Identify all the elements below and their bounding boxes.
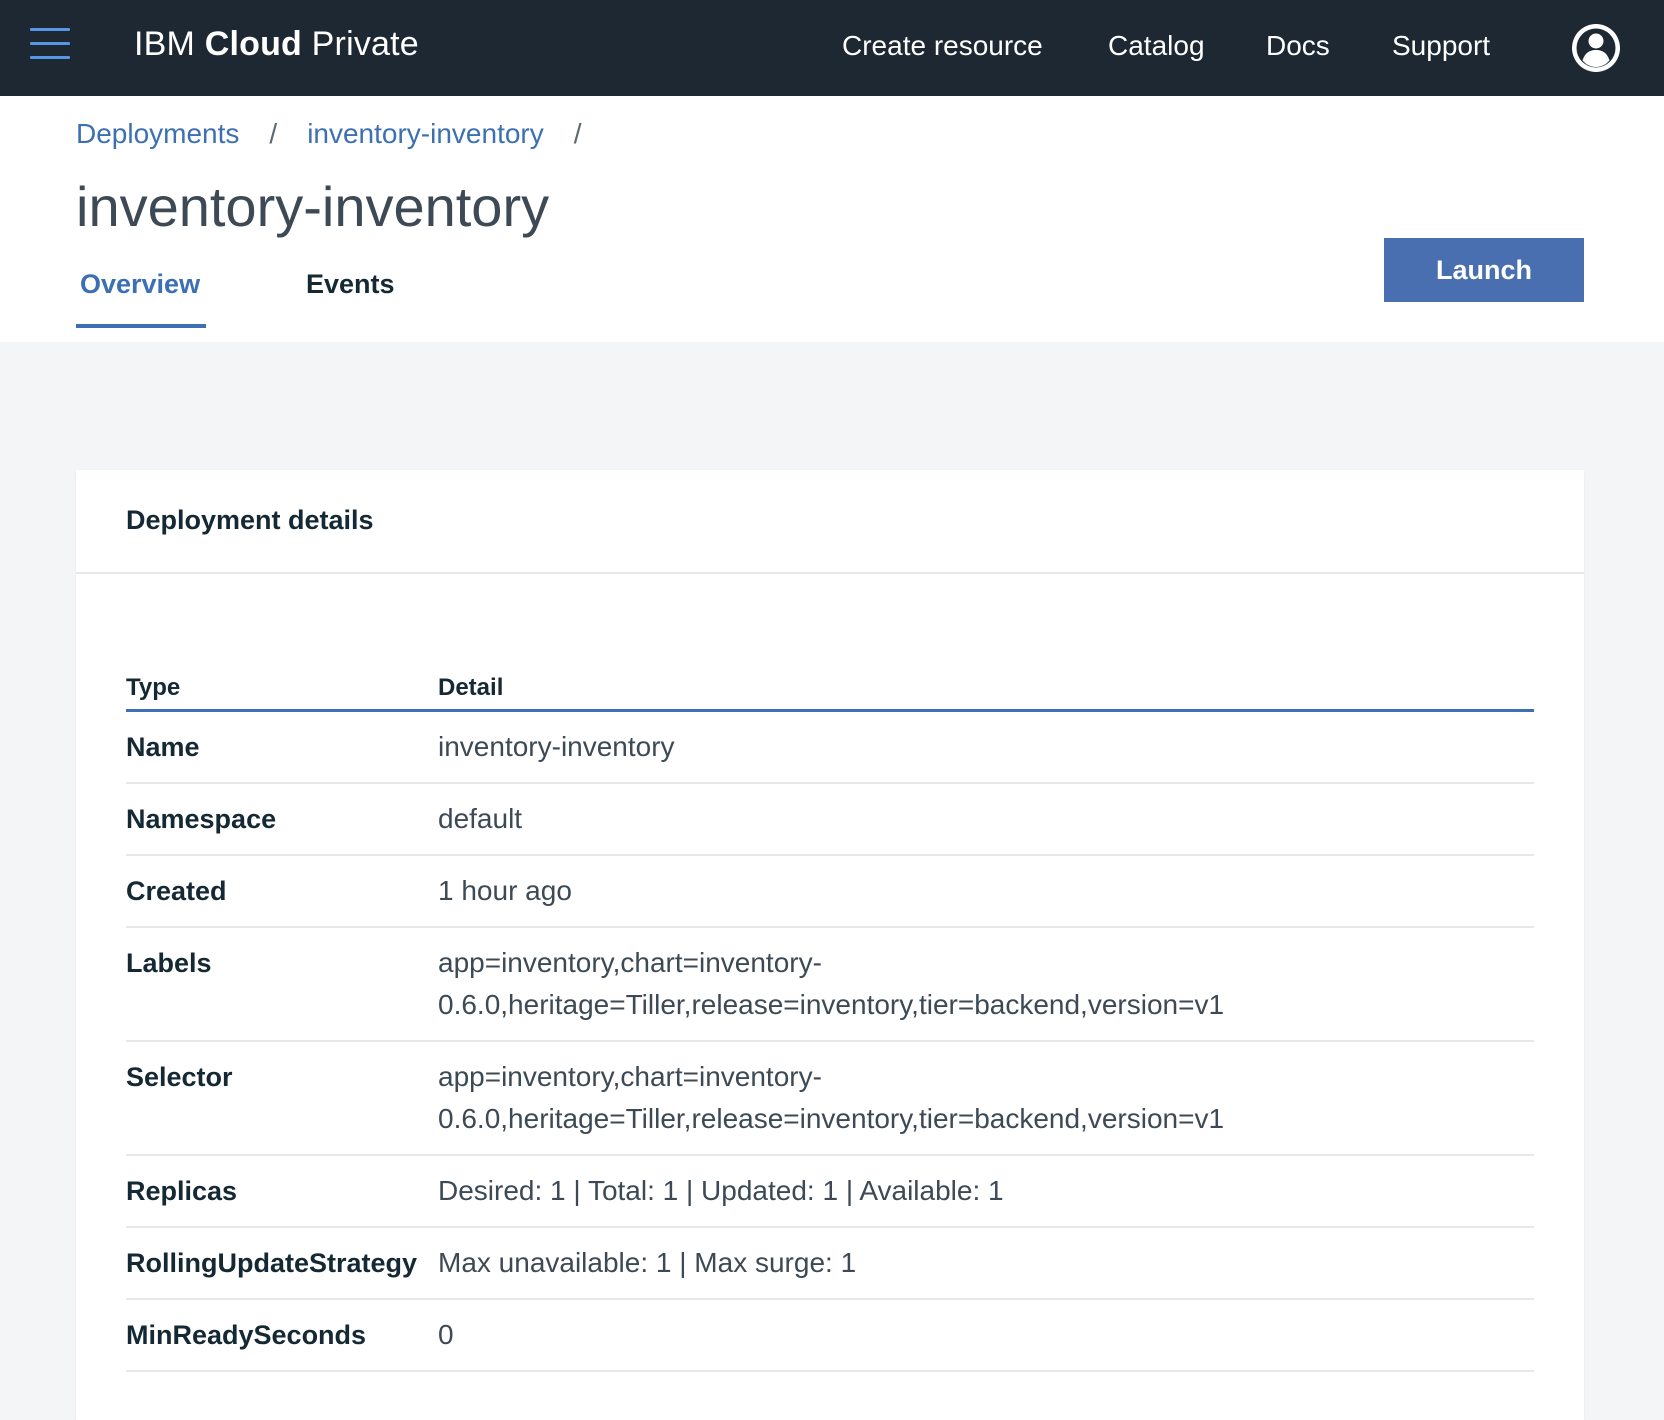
table-row: Name inventory-inventory <box>126 712 1534 784</box>
page-title: inventory-inventory <box>76 175 550 238</box>
row-type: Created <box>126 876 227 906</box>
breadcrumb-separator: / <box>269 118 278 149</box>
table-row: Created 1 hour ago <box>126 856 1534 928</box>
table-row: Selector app=inventory,chart=inventory-0… <box>126 1042 1534 1156</box>
row-detail: 0 <box>438 1319 454 1350</box>
details-table: Type Detail Name inventory-inventory Nam… <box>126 650 1534 1372</box>
table-row: Replicas Desired: 1 | Total: 1 | Updated… <box>126 1156 1534 1228</box>
row-type: Selector <box>126 1062 233 1092</box>
active-tab-indicator <box>76 324 206 328</box>
row-detail: app=inventory,chart=inventory-0.6.0,heri… <box>438 947 1225 1020</box>
card-title: Deployment details <box>126 505 374 535</box>
table-row: Labels app=inventory,chart=inventory-0.6… <box>126 928 1534 1042</box>
column-header-detail: Detail <box>438 674 504 701</box>
user-avatar-icon[interactable] <box>1570 22 1622 74</box>
breadcrumb-separator: / <box>573 118 582 149</box>
row-type: Labels <box>126 948 212 978</box>
launch-button[interactable]: Launch <box>1384 238 1584 302</box>
deployment-details-card: Deployment details Type Detail Name inve… <box>76 470 1584 1420</box>
tab-overview[interactable]: Overview <box>76 264 206 304</box>
breadcrumb-deployments[interactable]: Deployments <box>76 118 239 149</box>
brand-suffix: Private <box>311 25 419 63</box>
nav-docs[interactable]: Docs <box>1266 26 1330 66</box>
breadcrumb-inventory-inventory[interactable]: inventory-inventory <box>307 118 544 149</box>
page-header: Deployments / inventory-inventory / invento… <box>0 96 1664 342</box>
nav-create-resource[interactable]: Create resource <box>842 26 1043 66</box>
brand-prefix: IBM <box>134 25 196 63</box>
tab-events[interactable]: Events <box>306 264 395 304</box>
table-row: MinReadySeconds 0 <box>126 1300 1534 1372</box>
table-row: Namespace default <box>126 784 1534 856</box>
row-detail: inventory-inventory <box>438 731 675 762</box>
brand-bold: Cloud <box>204 25 303 63</box>
row-detail: default <box>438 803 523 834</box>
row-detail: 1 hour ago <box>438 875 572 906</box>
row-type: Name <box>126 732 200 762</box>
top-header: IBM Cloud Private Create resource Catalo… <box>0 0 1664 96</box>
breadcrumb: Deployments / inventory-inventory / <box>76 114 612 154</box>
column-header-type: Type <box>126 674 181 701</box>
row-type: Namespace <box>126 804 277 834</box>
brand-logo[interactable]: IBM Cloud Private <box>134 22 419 66</box>
row-detail: Desired: 1 | Total: 1 | Updated: 1 | Ava… <box>438 1175 1004 1206</box>
row-detail: app=inventory,chart=inventory-0.6.0,heri… <box>438 1061 1225 1134</box>
table-row: RollingUpdateStrategy Max unavailable: 1… <box>126 1228 1534 1300</box>
row-detail: Max unavailable: 1 | Max surge: 1 <box>438 1247 857 1278</box>
hamburger-menu-icon[interactable] <box>30 28 72 68</box>
row-type: MinReadySeconds <box>126 1320 367 1350</box>
row-type: Replicas <box>126 1176 238 1206</box>
nav-support[interactable]: Support <box>1392 26 1490 66</box>
row-type: RollingUpdateStrategy <box>126 1248 418 1278</box>
table-header-row: Type Detail <box>126 650 1534 712</box>
card-divider <box>76 572 1584 574</box>
nav-catalog[interactable]: Catalog <box>1108 26 1205 66</box>
